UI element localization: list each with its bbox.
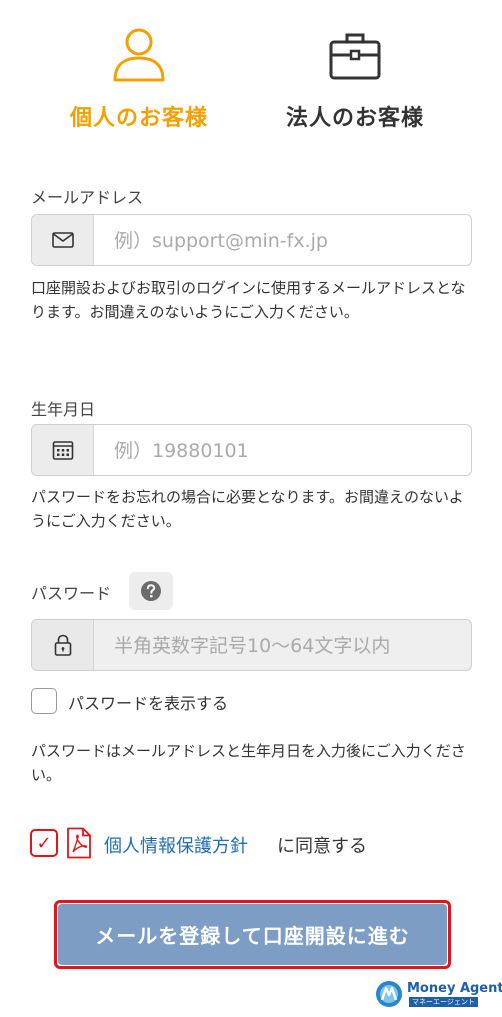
email-field[interactable]: 例）support@min-fx.jp	[31, 214, 472, 266]
agree-checkbox[interactable]: ✓	[30, 829, 58, 857]
show-password-label[interactable]: パスワードを表示する	[68, 690, 228, 714]
tab-personal-label: 個人のお客様	[69, 106, 208, 131]
briefcase-icon	[329, 33, 381, 80]
email-placeholder: 例）support@min-fx.jp	[114, 230, 328, 252]
lock-icon	[54, 634, 71, 656]
birthdate-field[interactable]: 例）19880101	[31, 424, 472, 476]
brand-logo-icon	[376, 981, 402, 1007]
envelope-icon	[51, 232, 74, 248]
calendar-icon	[52, 441, 73, 460]
brand-name: Money Agent	[407, 981, 502, 996]
tab-corporate[interactable]: 法人のお客様	[255, 22, 455, 132]
email-label: メールアドレス	[31, 188, 144, 207]
brand-watermark: Money Agent マネーエージェント	[375, 978, 502, 1010]
show-password-checkbox[interactable]	[31, 688, 57, 714]
birthdate-label: 生年月日	[31, 400, 96, 419]
brand-subtitle: マネーエージェント	[409, 997, 478, 1007]
password-field[interactable]: 半角英数字記号10〜64文字以内	[31, 619, 472, 671]
password-addon	[32, 620, 94, 670]
birthdate-help: パスワードをお忘れの場合に必要となります。お間違えのないようにご入力ください。	[31, 488, 464, 530]
password-help: パスワードはメールアドレスと生年月日を入力後にご入力ください。	[31, 742, 466, 784]
person-icon	[113, 28, 165, 82]
customer-type-tabs: 個人のお客様 法人のお客様	[0, 0, 502, 140]
pdf-icon	[67, 827, 91, 859]
check-icon: ✓	[36, 832, 52, 854]
password-placeholder: 半角英数字記号10〜64文字以内	[114, 635, 391, 657]
register-submit-button[interactable]: メールを登録して口座開設に進む	[58, 904, 447, 965]
email-addon	[32, 215, 94, 265]
privacy-policy-link[interactable]: 個人情報保護方針	[104, 832, 248, 858]
tab-corporate-label: 法人のお客様	[285, 106, 424, 131]
password-help-button[interactable]	[129, 572, 173, 610]
birthdate-placeholder: 例）19880101	[114, 440, 249, 462]
question-icon	[141, 581, 161, 601]
email-help: 口座開設およびお取引のログインに使用するメールアドレスとなります。お間違えのない…	[31, 279, 466, 321]
password-label: パスワード	[31, 584, 112, 603]
birthdate-addon	[32, 425, 94, 475]
agree-suffix-text: に同意する	[277, 836, 367, 857]
tab-personal[interactable]: 個人のお客様	[39, 22, 239, 132]
